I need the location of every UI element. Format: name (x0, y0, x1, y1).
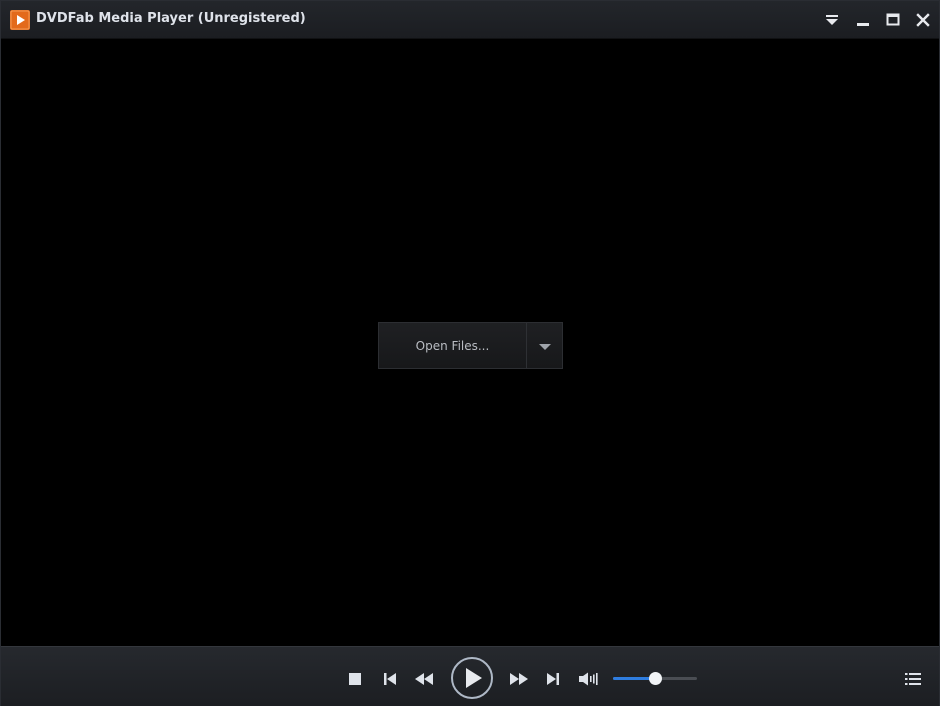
maximize-icon[interactable] (883, 10, 903, 30)
fast-forward-icon[interactable] (508, 669, 530, 689)
close-icon[interactable] (913, 10, 933, 30)
open-files-dropdown-button[interactable] (527, 323, 562, 368)
playlist-icon[interactable] (903, 669, 923, 689)
volume-icon[interactable] (577, 669, 599, 689)
previous-icon[interactable] (380, 669, 400, 689)
open-files-button[interactable]: Open Files... (379, 323, 526, 368)
volume-thumb[interactable] (649, 672, 662, 685)
volume-slider[interactable] (613, 672, 697, 685)
title-bar[interactable]: DVDFab Media Player (Unregistered) (1, 1, 939, 39)
open-files-split-button: Open Files... (378, 322, 563, 369)
play-icon[interactable] (450, 656, 494, 700)
minimize-icon[interactable] (853, 10, 873, 30)
video-area[interactable]: Open Files... (1, 39, 939, 645)
control-bar (1, 646, 939, 706)
chevron-down-icon (538, 336, 551, 355)
window-title: DVDFab Media Player (Unregistered) (36, 11, 306, 26)
app-logo-icon (10, 10, 30, 30)
rewind-icon[interactable] (413, 669, 435, 689)
dropdown-menu-icon[interactable] (822, 10, 842, 30)
stop-icon[interactable] (345, 669, 365, 689)
media-player-window: DVDFab Media Player (Unregistered) Open … (0, 0, 940, 706)
next-icon[interactable] (543, 669, 563, 689)
